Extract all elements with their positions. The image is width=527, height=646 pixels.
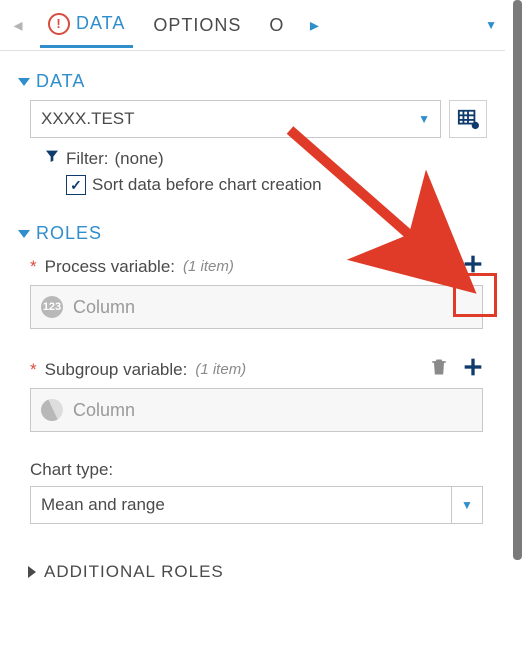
tab-data-label: DATA [76, 13, 125, 34]
process-variable-dropzone[interactable]: 123 Column [30, 285, 483, 329]
subgroup-variable-placeholder: Column [73, 400, 135, 421]
section-additional-roles-title: ADDITIONAL ROLES [44, 562, 224, 582]
subgroup-variable-dropzone[interactable]: Column [30, 388, 483, 432]
caret-down-icon [18, 78, 30, 86]
caret-down-icon [18, 230, 30, 238]
scroll-thumb[interactable] [513, 0, 522, 560]
category-icon [37, 395, 66, 424]
process-variable-count: (1 item) [183, 258, 234, 275]
subgroup-variable-label: Subgroup variable: [45, 360, 188, 380]
caret-right-icon [28, 566, 36, 578]
data-table-value: XXXX.TEST [31, 109, 408, 129]
filter-value: (none) [115, 149, 164, 169]
subgroup-variable-count: (1 item) [195, 361, 246, 378]
tab-data[interactable]: ! DATA [40, 3, 133, 48]
filter-icon[interactable] [44, 148, 60, 169]
tab-options[interactable]: OPTIONS [145, 5, 249, 46]
chevron-down-icon: ▼ [451, 487, 482, 523]
chevron-down-icon: ▼ [408, 112, 440, 126]
delete-process-variable-button[interactable] [429, 254, 449, 279]
add-subgroup-variable-button[interactable] [463, 357, 483, 382]
tab-scroll-left[interactable]: ◂ [8, 15, 28, 36]
section-data-header[interactable]: DATA [18, 71, 487, 92]
process-variable-label: Process variable: [45, 257, 175, 277]
data-table-combo[interactable]: XXXX.TEST ▼ [30, 100, 441, 138]
chart-type-label: Chart type: [30, 460, 113, 480]
scrollbar[interactable] [505, 0, 527, 646]
numeric-icon: 123 [41, 296, 63, 318]
section-roles-header[interactable]: ROLES [18, 223, 487, 244]
sort-checkbox[interactable]: ✓ [66, 175, 86, 195]
filter-label: Filter: [66, 149, 109, 169]
section-roles-title: ROLES [36, 223, 102, 244]
chart-type-combo[interactable]: Mean and range ▼ [30, 486, 483, 524]
section-data-title: DATA [36, 71, 85, 92]
warning-icon: ! [48, 13, 70, 35]
required-marker: * [30, 360, 37, 380]
select-table-button[interactable] [449, 100, 487, 138]
process-variable-placeholder: Column [73, 297, 135, 318]
tab-strip: ◂ ! DATA OPTIONS O ▸ ▼ [0, 0, 505, 51]
sort-label: Sort data before chart creation [92, 175, 322, 195]
required-marker: * [30, 257, 37, 277]
tab-menu[interactable]: ▼ [485, 18, 497, 32]
section-additional-roles-header[interactable]: ADDITIONAL ROLES [28, 562, 487, 582]
delete-subgroup-variable-button[interactable] [429, 357, 449, 382]
tab-overflow[interactable]: O [261, 5, 292, 46]
annotation-highlight-box [453, 273, 497, 317]
chart-type-value: Mean and range [31, 495, 451, 515]
tab-scroll-right[interactable]: ▸ [304, 15, 324, 36]
